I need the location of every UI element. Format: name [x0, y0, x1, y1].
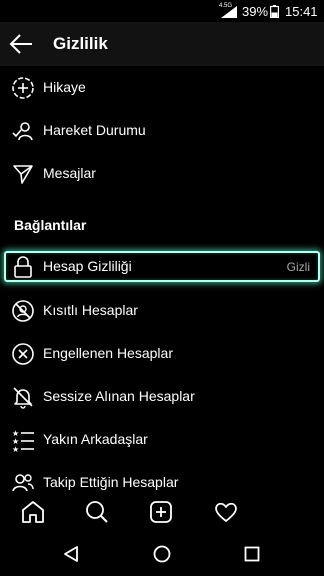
menu-item-muted-accounts[interactable]: Sessize Alınan Hesaplar	[0, 375, 324, 418]
menu-item-label: Hikaye	[43, 79, 86, 95]
signal-icon	[221, 6, 237, 18]
blocked-icon	[11, 342, 35, 366]
menu-item-label: Takip Ettiğin Hesaplar	[43, 474, 179, 490]
menu-item-following-accounts[interactable]: Takip Ettiğin Hesaplar	[0, 461, 324, 494]
menu-item-account-privacy[interactable]: Hesap Gizliliği Gizli	[0, 245, 324, 288]
menu-item-activity-status[interactable]: Hareket Durumu	[0, 109, 324, 152]
send-icon	[11, 162, 35, 186]
following-icon	[11, 471, 35, 494]
activity-status-icon	[11, 119, 35, 143]
menu-item-blocked-accounts[interactable]: Engellenen Hesaplar	[0, 332, 324, 375]
menu-item-story[interactable]: Hikaye	[0, 66, 324, 109]
system-nav-bar	[0, 530, 324, 576]
add-post-icon[interactable]	[148, 499, 174, 525]
page-title: Gizlilik	[53, 34, 108, 53]
menu-item-label: Hareket Durumu	[43, 122, 146, 138]
privacy-status-value: Gizli	[286, 260, 310, 274]
close-friends-list-icon: ★ ★ ★	[11, 428, 35, 452]
menu-item-label: Kısıtlı Hesaplar	[43, 302, 138, 318]
restricted-icon	[11, 299, 35, 323]
menu-item-label: Mesajlar	[43, 165, 96, 181]
muted-bell-icon	[11, 385, 35, 409]
battery-percent: 39%	[242, 4, 269, 19]
arrow-left-icon[interactable]	[8, 32, 34, 56]
app-header: Gizlilik	[0, 22, 324, 66]
lock-icon	[11, 255, 35, 279]
menu-item-label: Sessize Alınan Hesaplar	[43, 388, 195, 404]
clock: 15:41	[285, 4, 318, 19]
svg-text:★: ★	[12, 445, 19, 452]
status-bar: 4.5G 39% 15:41	[0, 0, 324, 22]
bottom-nav	[0, 494, 324, 530]
search-icon[interactable]	[84, 499, 110, 525]
story-add-icon	[11, 76, 35, 100]
section-title-connections: Bağlantılar	[14, 217, 87, 233]
menu-item-label: Yakın Arkadaşlar	[43, 431, 148, 447]
home-icon[interactable]	[20, 499, 46, 525]
recents-square-icon[interactable]	[242, 544, 262, 564]
menu-item-label: Engellenen Hesaplar	[43, 345, 173, 361]
heart-icon[interactable]	[213, 499, 239, 525]
menu-item-restricted-accounts[interactable]: Kısıtlı Hesaplar	[0, 289, 324, 332]
menu-item-messages[interactable]: Mesajlar	[0, 152, 324, 195]
settings-list: Hikaye Hareket Durumu Mesajlar Bağlantıl…	[0, 66, 324, 494]
back-triangle-icon[interactable]	[62, 544, 82, 564]
menu-item-close-friends[interactable]: ★ ★ ★ Yakın Arkadaşlar	[0, 418, 324, 461]
home-circle-icon[interactable]	[152, 544, 172, 564]
menu-item-label: Hesap Gizliliği	[43, 258, 132, 274]
battery-icon	[270, 5, 279, 18]
